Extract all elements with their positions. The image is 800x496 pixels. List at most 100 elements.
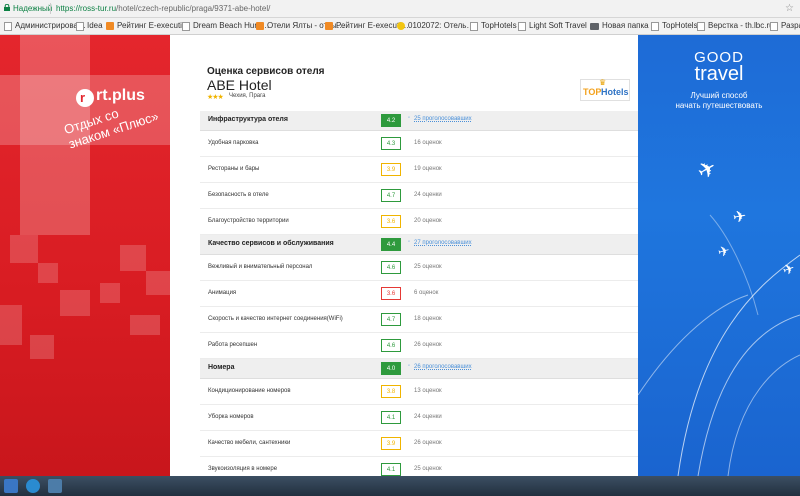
rating-label: Уборка номеров [208, 414, 254, 420]
hotel-location: Чехия, Прага [229, 93, 266, 99]
rating-label: Кондиционирование номеров [208, 388, 291, 394]
rating-label: Качество мебели, сантехники [208, 440, 291, 446]
rating-count: 25 оценок [414, 264, 442, 270]
rating-count: 26 оценок [414, 440, 442, 446]
mantis-icon [397, 22, 405, 30]
page-icon [182, 21, 190, 31]
rating-label: Вежливый и внимательный персонал [208, 264, 313, 270]
rating-row: Уборка номеров 4.1 24 оценки [200, 405, 638, 431]
info-icon: ◦ [408, 239, 411, 245]
url-host: https://ross-tur.ru [56, 4, 117, 13]
rating-score-badge: 3.6 [381, 287, 401, 300]
rating-label: Скорость и качество интернет соединения(… [208, 316, 343, 322]
rating-count: 26 оценок [414, 342, 442, 348]
tophotels-logo-hotels: Hotels [601, 87, 629, 97]
url-text[interactable]: https://ross-tur.ru/hotel/czech-republic… [56, 0, 270, 17]
section-title: Инфраструктура отеля [208, 116, 288, 123]
rating-row: Скорость и качество интернет соединения(… [200, 307, 638, 333]
bookmark-item[interactable]: Разра [770, 18, 800, 34]
rating-row: Качество мебели, сантехники 3.9 26 оценок [200, 431, 638, 457]
good-travel-logo-line2: travel [694, 63, 744, 85]
rating-count: 6 оценок [414, 290, 439, 296]
rating-count: 16 оценок [414, 140, 442, 146]
address-separator [50, 3, 51, 14]
pixel-decor [100, 283, 120, 303]
votes-link[interactable]: 25 проголосовавших [414, 116, 472, 122]
rating-row: Безопасность в отеле 4.7 24 оценки [200, 183, 638, 209]
rating-score-badge: 4.6 [381, 261, 401, 274]
rating-label: Рестораны и бары [208, 166, 260, 172]
tophotels-icon [256, 22, 264, 30]
bookmarks-bar: Администрирова… Idea Рейтинг E-executi… … [0, 18, 800, 35]
rating-score-badge: 4.7 [381, 313, 401, 326]
rating-count: 25 оценок [414, 466, 442, 472]
rating-label: Работа ресепшен [208, 342, 258, 348]
tophotels-logo[interactable]: ♛ TOP Hotels [580, 79, 630, 101]
rating-count: 24 оценки [414, 414, 442, 420]
rating-score-badge: 3.9 [381, 437, 401, 450]
page-icon [697, 21, 705, 31]
bookmark-item[interactable]: 0102072: Отель… [397, 18, 474, 34]
rating-count: 18 оценок [414, 316, 442, 322]
app-icon[interactable] [48, 479, 62, 493]
rating-row: Вежливый и внимательный персонал 4.6 25 оц… [200, 255, 638, 281]
ratings-table: Инфраструктура отеля 4.2 ◦ 25 проголосовавш… [200, 111, 638, 476]
rating-count: 20 оценок [414, 218, 442, 224]
good-travel-tagline-2: начать путешествовать [675, 101, 763, 110]
hotel-rating-page: Оценка сервисов отеля ABE Hotel ★★★ Чехи… [170, 35, 638, 476]
os-taskbar [0, 476, 800, 496]
rating-score-badge: 4.1 [381, 411, 401, 424]
good-travel-tagline-1: Лучший способ [690, 91, 748, 100]
rating-score-badge: 3.9 [381, 163, 401, 176]
rating-row: Кондиционирование номеров 3.8 13 оценок [200, 379, 638, 405]
page-icon [76, 21, 84, 31]
secure-label: Надежный [13, 4, 53, 13]
pixel-decor [130, 315, 160, 335]
section-title: Номера [208, 364, 235, 371]
bookmark-item[interactable]: Администрирова… [4, 18, 86, 34]
lock-icon [4, 4, 10, 11]
address-bar[interactable]: Надежный https://ross-tur.ru/hotel/czech… [0, 0, 800, 18]
page-icon [651, 21, 659, 31]
rating-row: Работа ресепшен 4.6 26 оценок [200, 333, 638, 359]
bookmark-item[interactable]: Light Soft Travel [518, 18, 587, 34]
rating-row: Благоустройство территории 3.6 20 оценок [200, 209, 638, 235]
bookmark-item[interactable]: Idea [76, 18, 103, 34]
start-icon[interactable] [4, 479, 18, 493]
hotel-stars: ★★★ [207, 94, 224, 101]
rating-label: Безопасность в отеле [208, 192, 269, 198]
page-icon [4, 21, 12, 31]
section-header: Номера 4.0 ◦ 26 проголосовавших [200, 359, 638, 379]
pixel-decor [10, 235, 38, 263]
section-score-badge: 4.2 [381, 114, 401, 127]
rating-score-badge: 3.8 [381, 385, 401, 398]
chrome-icon[interactable] [26, 479, 40, 493]
pixel-decor [146, 271, 170, 295]
bookmark-item[interactable]: TopHotels [651, 18, 698, 34]
bookmark-item[interactable]: Рейтинг E-executi… [106, 18, 190, 34]
hotel-name: ABE Hotel [207, 77, 272, 93]
rating-count: 13 оценок [414, 388, 442, 394]
rating-label: Анимация [208, 290, 237, 296]
info-icon: ◦ [408, 363, 411, 369]
crown-icon: ♛ [599, 78, 607, 87]
rating-row: Удобная парковка 4.3 16 оценок [200, 131, 638, 157]
votes-link[interactable]: 26 проголосовавших [414, 364, 472, 370]
rating-score-badge: 3.6 [381, 215, 401, 228]
votes-link[interactable]: 27 проголосовавших [414, 240, 472, 246]
folder-icon [590, 22, 599, 30]
good-travel-banner[interactable]: ✈ ✈ ✈ ✈ GOOD travel Лучший способ начать… [638, 35, 800, 476]
bookmark-item[interactable]: Верстка - th.lbc.ru [697, 18, 774, 34]
pixel-decor [0, 305, 22, 345]
rt-plus-banner[interactable]: r rt.plus Отдых со знаком «Плюс» [0, 35, 170, 476]
bookmark-item[interactable]: TopHotels [470, 18, 517, 34]
tophotels-icon [106, 22, 114, 30]
section-header: Качество сервисов и обслуживания 4.4 ◦ 27 п… [200, 235, 638, 255]
rating-label: Звукоизоляция в номере [208, 466, 278, 472]
rating-count: 24 оценки [414, 192, 442, 198]
rating-score-badge: 4.7 [381, 189, 401, 202]
page-title: Оценка сервисов отеля [207, 66, 325, 77]
bookmark-item[interactable]: Новая папка [590, 18, 649, 34]
page-icon [518, 21, 526, 31]
bookmark-star-icon[interactable]: ☆ [785, 2, 794, 15]
